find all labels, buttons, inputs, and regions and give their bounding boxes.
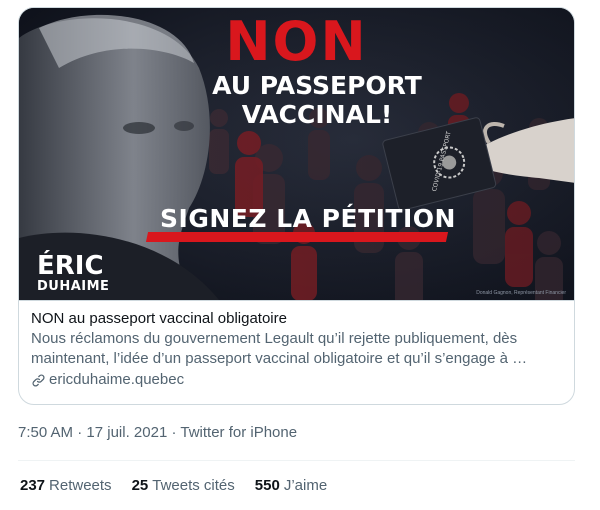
image-headline-main: NON — [225, 10, 368, 73]
retweets-count: 237 — [20, 477, 46, 494]
meta-separator: · — [73, 424, 87, 441]
card-domain-text: ericduhaime.quebec — [49, 371, 185, 388]
tweet-source[interactable]: Twitter for iPhone — [180, 424, 297, 441]
image-headline-line1: AU PASSEPORT — [212, 71, 422, 100]
tweet-detail: NON AU PASSEPORT VACCINAL! SIGNEZ LA PÉT… — [0, 0, 600, 510]
card-text[interactable]: NON au passeport vaccinal obligatoire No… — [19, 300, 574, 390]
likes-count: 550 — [254, 477, 280, 494]
card-title[interactable]: NON au passeport vaccinal obligatoire — [31, 309, 562, 329]
divider — [18, 460, 575, 461]
meta-separator-2: · — [167, 424, 181, 441]
tweet-meta: 7:50 AM · 17 juil. 2021 · Twitter for iP… — [18, 424, 297, 441]
retweets-label: Retweets — [49, 477, 112, 494]
logo-first-name: ÉRIC — [37, 251, 104, 281]
card-description-line2: maintenant, l’idée d’un passeport vaccin… — [31, 350, 528, 367]
likes-stat[interactable]: 550 J’aime — [255, 477, 327, 494]
tweet-time[interactable]: 7:50 AM — [18, 424, 73, 441]
image-callout: SIGNEZ LA PÉTITION — [160, 204, 456, 233]
quote-tweets-stat[interactable]: 25 Tweets cités — [132, 477, 235, 494]
logo-last-name: DUHAIME — [37, 279, 110, 294]
likes-label: J’aime — [283, 477, 328, 494]
link-preview-card[interactable]: NON AU PASSEPORT VACCINAL! SIGNEZ LA PÉT… — [18, 7, 575, 405]
card-domain[interactable]: ericduhaime.quebec — [31, 370, 562, 390]
card-description-line1: Nous réclamons du gouvernement Legault q… — [31, 330, 518, 347]
tweet-date[interactable]: 17 juil. 2021 — [86, 424, 167, 441]
card-description: Nous réclamons du gouvernement Legault q… — [31, 329, 571, 369]
card-image[interactable]: NON AU PASSEPORT VACCINAL! SIGNEZ LA PÉT… — [19, 8, 574, 300]
retweets-stat[interactable]: 237 Retweets — [20, 477, 112, 494]
image-headline-line2: VACCINAL! — [241, 100, 393, 129]
photo-credit: Donald Gagnon, Représentant Financier — [476, 290, 566, 296]
tweet-stats: 237 Retweets 25 Tweets cités 550 J’aime — [20, 477, 347, 494]
link-icon — [32, 374, 45, 386]
callout-underline — [145, 232, 449, 242]
quotes-count: 25 — [131, 477, 149, 494]
quotes-label: Tweets cités — [152, 477, 235, 494]
